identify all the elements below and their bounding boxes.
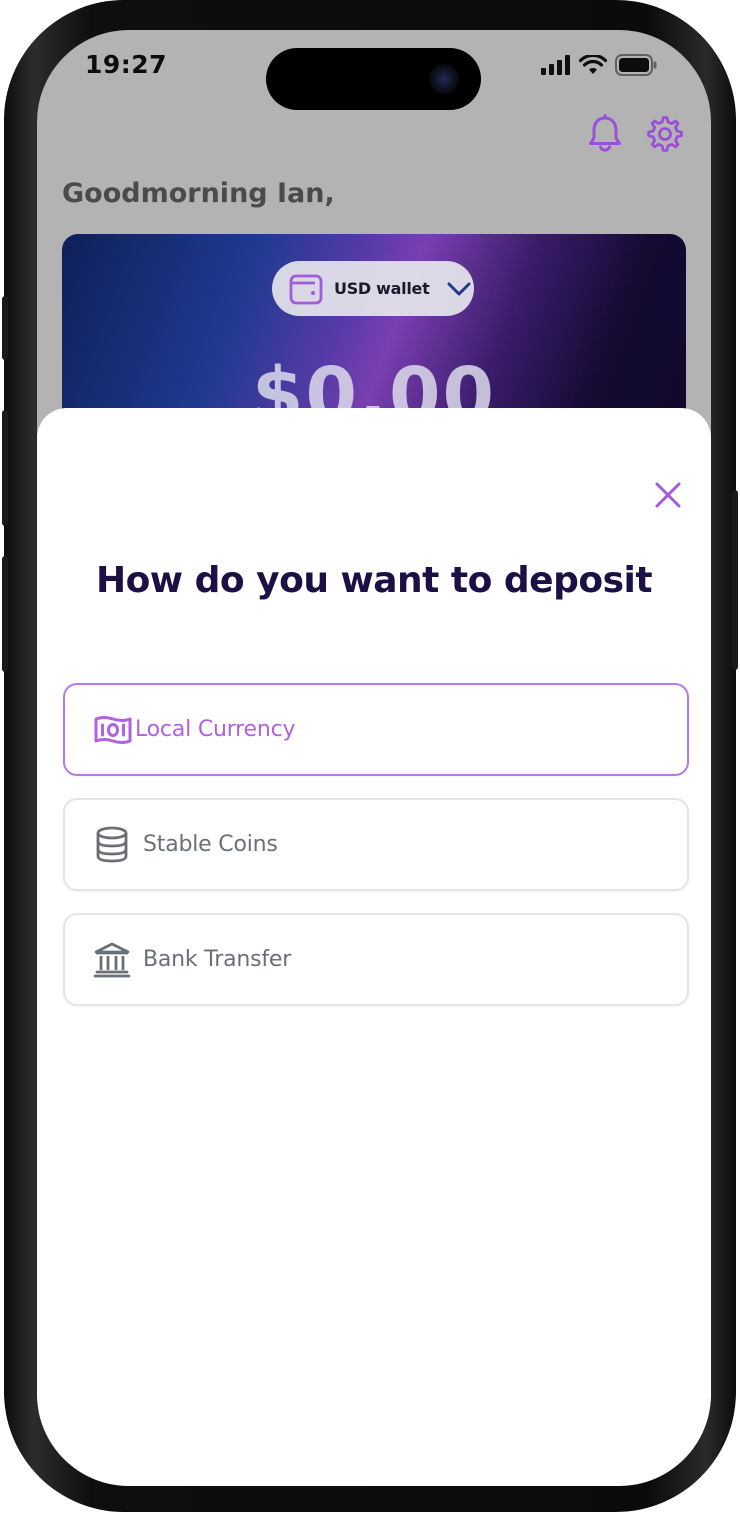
gear-icon[interactable] bbox=[645, 114, 685, 154]
wallet-selector[interactable]: USD wallet bbox=[272, 261, 474, 316]
volume-up-button bbox=[2, 410, 8, 526]
screen: 19:27 Goodmorning Ian, USD wallet $0.00 … bbox=[37, 30, 711, 1486]
status-time: 19:27 bbox=[85, 50, 168, 79]
wifi-icon bbox=[579, 55, 607, 74]
option-stable-coins[interactable]: Stable Coins bbox=[63, 798, 689, 891]
option-label: Bank Transfer bbox=[143, 947, 292, 972]
status-icons bbox=[541, 54, 657, 76]
dynamic-island bbox=[266, 48, 481, 110]
action-button bbox=[2, 296, 8, 360]
battery-icon bbox=[615, 54, 657, 76]
banknote-icon bbox=[93, 713, 133, 747]
bank-icon bbox=[93, 941, 131, 979]
deposit-bottom-sheet: How do you want to deposit Local Currenc… bbox=[37, 408, 711, 1486]
camera-icon bbox=[429, 64, 459, 94]
chevron-down-icon bbox=[447, 282, 471, 295]
option-label: Stable Coins bbox=[143, 832, 278, 857]
option-local-currency[interactable]: Local Currency bbox=[63, 683, 689, 776]
volume-down-button bbox=[2, 556, 8, 672]
wallet-selector-label: USD wallet bbox=[334, 279, 430, 298]
option-bank-transfer[interactable]: Bank Transfer bbox=[63, 913, 689, 1006]
option-label: Local Currency bbox=[135, 717, 296, 742]
close-button[interactable] bbox=[651, 478, 685, 512]
phone-frame: 19:27 Goodmorning Ian, USD wallet $0.00 … bbox=[2, 0, 738, 1512]
close-icon bbox=[655, 482, 681, 508]
cellular-signal-icon bbox=[541, 55, 570, 75]
power-button bbox=[732, 490, 738, 670]
greeting-text: Goodmorning Ian, bbox=[62, 178, 335, 209]
header-actions bbox=[587, 114, 685, 154]
wallet-icon bbox=[289, 274, 323, 304]
sheet-title: How do you want to deposit bbox=[95, 560, 653, 601]
bell-icon[interactable] bbox=[587, 114, 623, 154]
coin-stack-icon bbox=[93, 825, 131, 865]
